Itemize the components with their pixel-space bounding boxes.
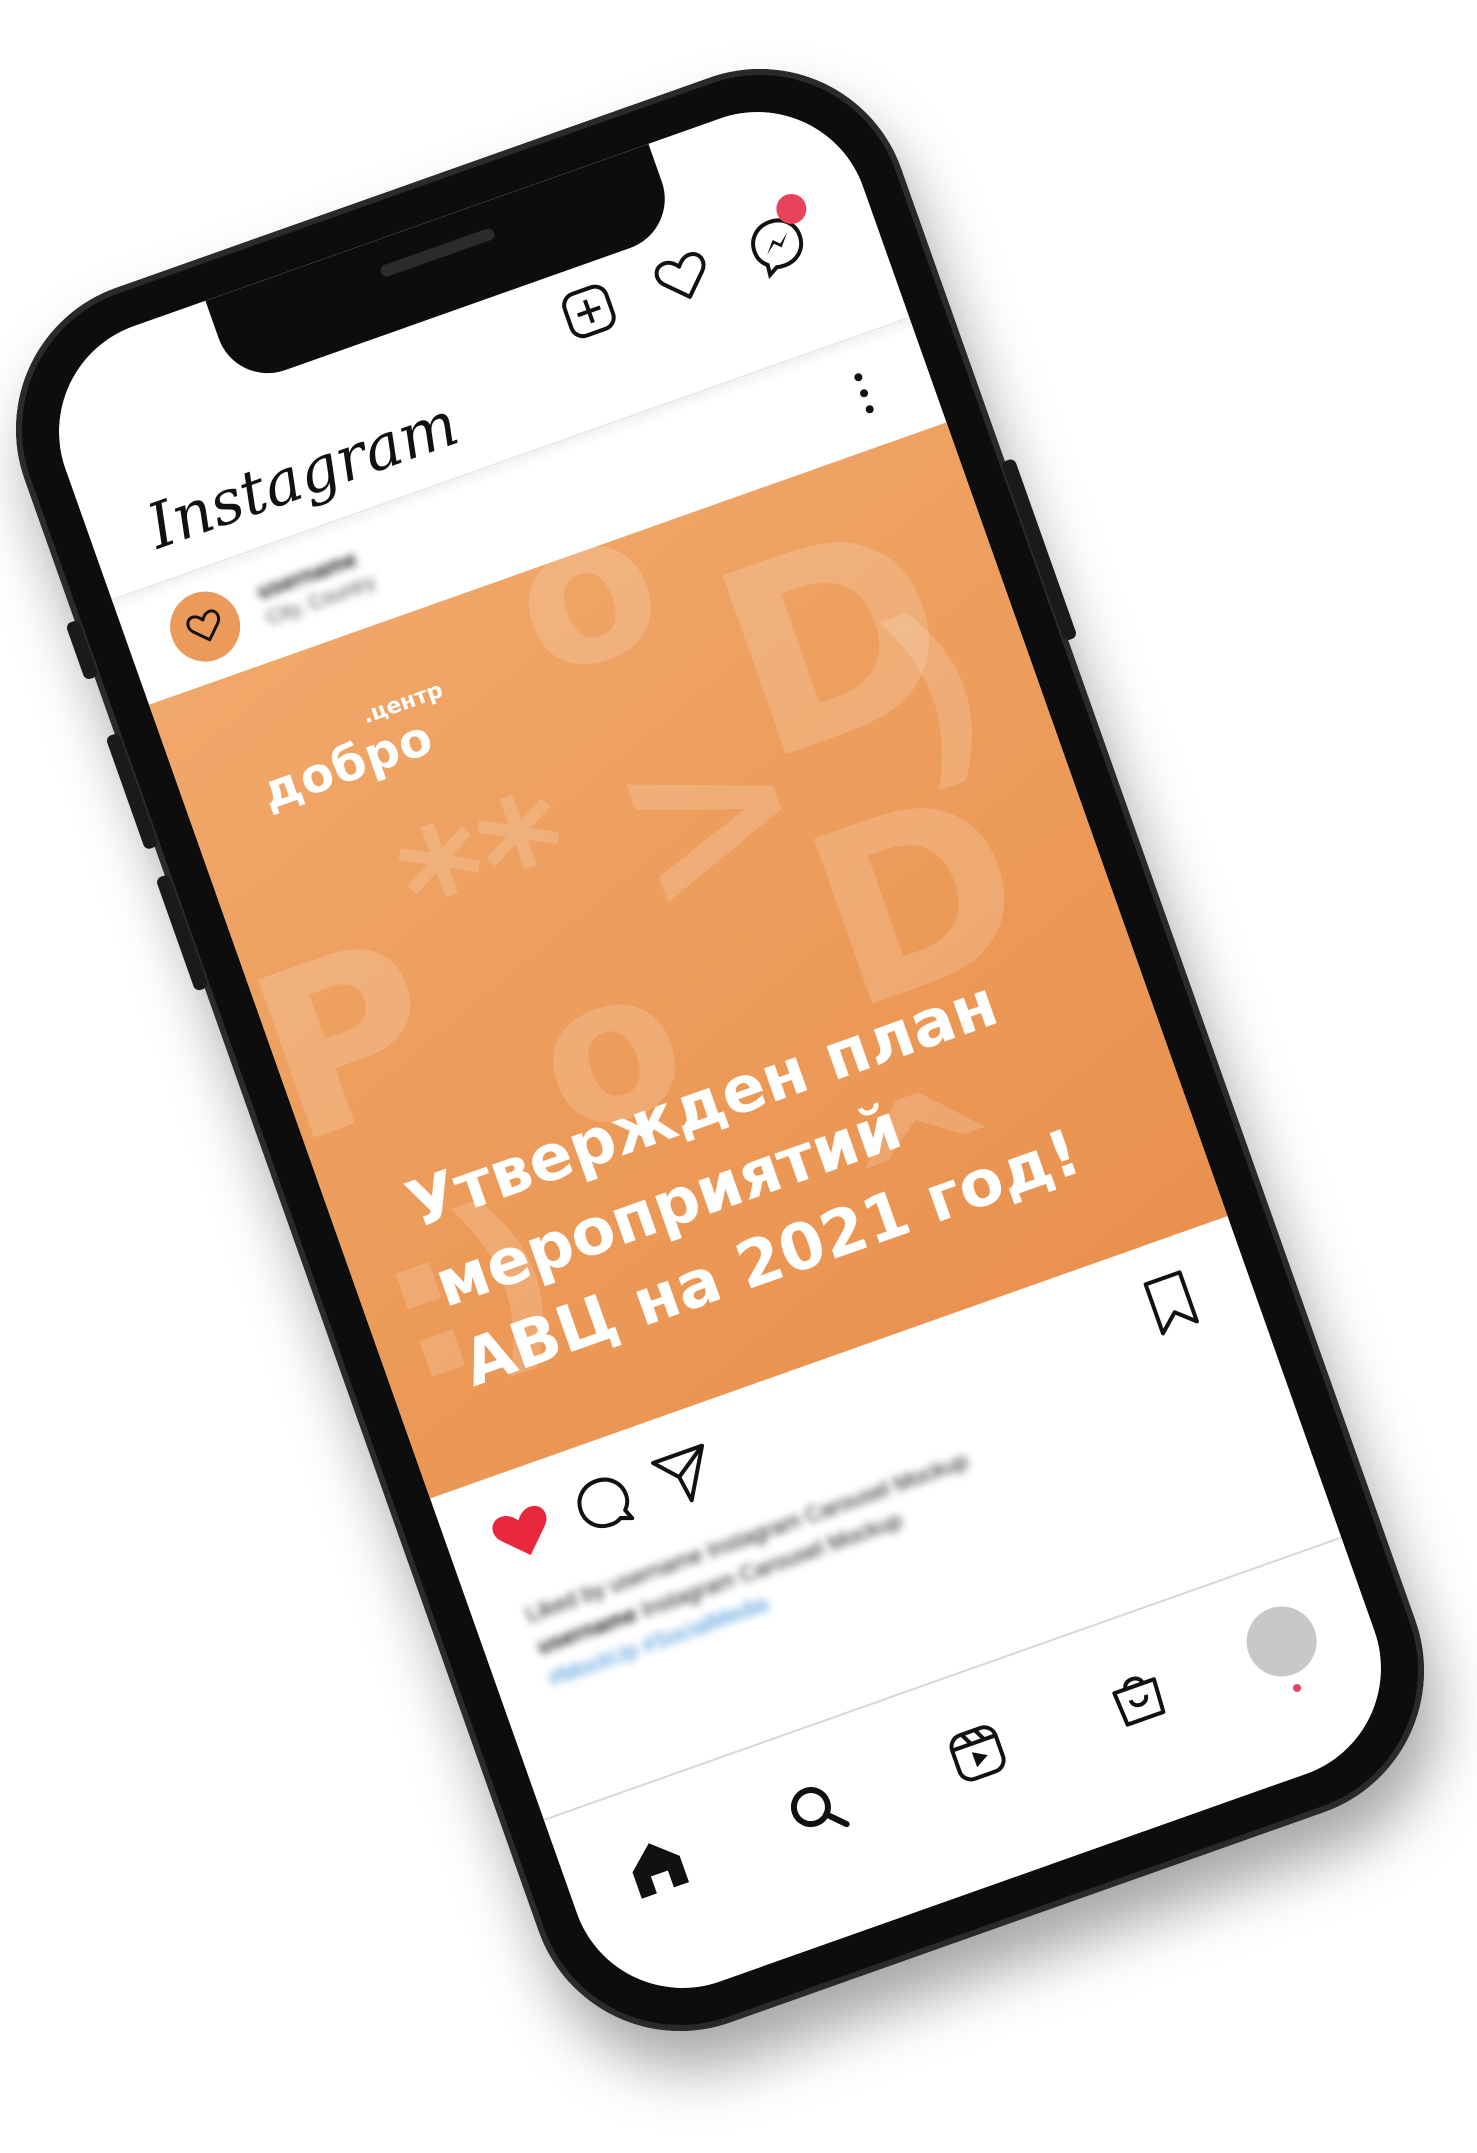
- phone-mockup: Instagram username City, Country D ** > …: [0, 27, 1466, 2073]
- share-icon[interactable]: [644, 1434, 726, 1516]
- profile-avatar[interactable]: [1236, 1596, 1327, 1687]
- heart-icon[interactable]: [645, 240, 722, 317]
- messenger-icon[interactable]: [739, 189, 816, 283]
- reels-icon[interactable]: [938, 1714, 1017, 1793]
- bookmark-icon[interactable]: [1130, 1262, 1212, 1344]
- more-options-icon[interactable]: [848, 367, 880, 419]
- like-icon[interactable]: [482, 1492, 564, 1574]
- shop-icon[interactable]: [1098, 1657, 1177, 1736]
- search-icon[interactable]: [778, 1771, 857, 1850]
- profile-notification-dot: [1291, 1682, 1303, 1694]
- comment-icon[interactable]: [563, 1463, 645, 1545]
- post-avatar[interactable]: [160, 581, 250, 672]
- new-post-icon[interactable]: [551, 273, 628, 350]
- home-icon[interactable]: [617, 1827, 696, 1906]
